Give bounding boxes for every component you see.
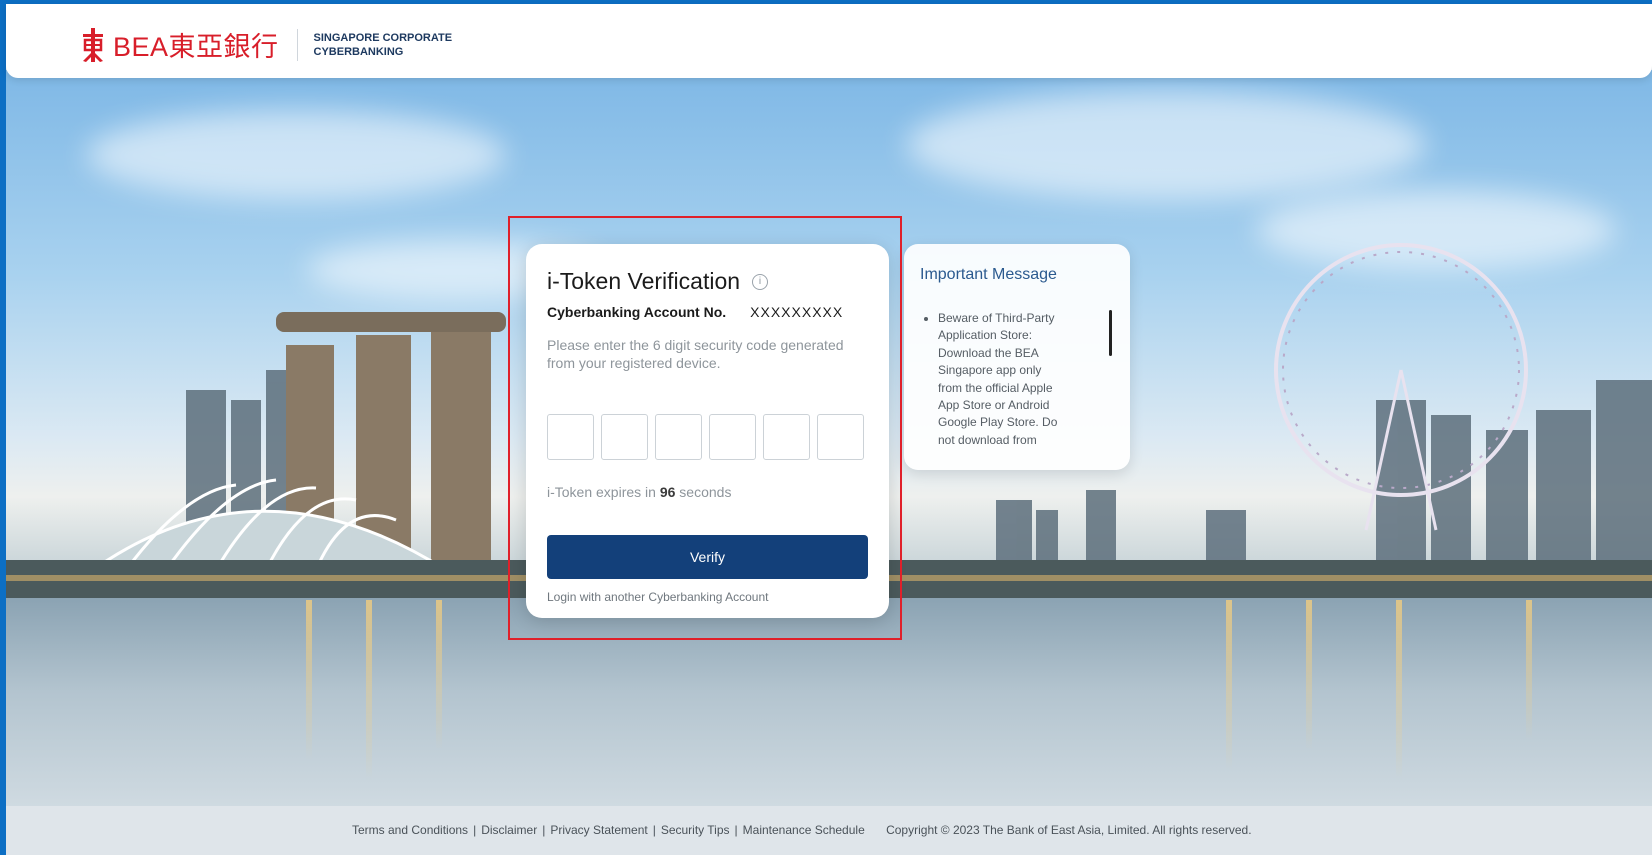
portal-subtitle-line2: CYBERBANKING <box>313 45 404 58</box>
maintenance-link[interactable]: Maintenance Schedule <box>743 823 865 837</box>
expiry-seconds: 96 <box>659 484 676 500</box>
message-body[interactable]: Beware of Third-Party Application Store:… <box>922 310 1064 456</box>
expiry-prefix: i-Token expires in <box>547 484 656 500</box>
otp-digit-1[interactable] <box>547 414 594 460</box>
account-row: Cyberbanking Account No. XXXXXXXXX <box>547 304 843 320</box>
account-label: Cyberbanking Account No. <box>547 304 727 320</box>
footer-separator: | <box>473 823 477 837</box>
card-title-text: i-Token Verification <box>547 268 741 294</box>
otp-digit-4[interactable] <box>709 414 756 460</box>
message-scrollbar[interactable] <box>1109 310 1112 356</box>
token-expiry-text: i-Token expires in 96 seconds <box>547 484 731 500</box>
verify-button[interactable]: Verify <box>547 535 868 579</box>
logo-divider <box>296 28 298 61</box>
privacy-link[interactable]: Privacy Statement <box>550 823 647 837</box>
portal-subtitle: SINGAPORE CORPORATE CYBERBANKING <box>314 31 453 59</box>
footer-separator: | <box>652 823 656 837</box>
otp-digit-3[interactable] <box>655 414 702 460</box>
site-footer: Terms and Conditions | Disclaimer | Privacy … <box>6 806 1652 855</box>
card-title: i-Token Verification i <box>547 268 769 295</box>
footer-separator: | <box>734 823 738 837</box>
message-title: Important Message <box>920 266 1057 283</box>
bea-emblem-icon <box>83 27 103 62</box>
terms-link[interactable]: Terms and Conditions <box>352 823 468 837</box>
otp-digit-5[interactable] <box>763 414 810 460</box>
footer-separator: | <box>542 823 546 837</box>
bay-water <box>6 598 1652 806</box>
account-number: XXXXXXXXX <box>750 304 844 320</box>
important-message-panel: Important Message Beware of Third-Party … <box>904 244 1130 470</box>
bea-logo[interactable]: BEA東亞銀行 SINGAPORE CORPORATE CYBERBANKING <box>80 25 452 64</box>
footer-links: Terms and Conditions | Disclaimer | Privacy … <box>352 823 1252 837</box>
otp-input-group <box>547 414 864 460</box>
otp-digit-2[interactable] <box>601 414 648 460</box>
message-item: Beware of Third-Party Application Store:… <box>938 310 1064 449</box>
site-header: BEA東亞銀行 SINGAPORE CORPORATE CYBERBANKING <box>6 4 1652 78</box>
otp-digit-6[interactable] <box>817 414 864 460</box>
security-tips-link[interactable]: Security Tips <box>661 823 730 837</box>
disclaimer-link[interactable]: Disclaimer <box>481 823 537 837</box>
info-icon[interactable]: i <box>752 273 769 290</box>
instruction-text: Please enter the 6 digit security code g… <box>547 337 844 371</box>
copyright-text: Copyright © 2023 The Bank of East Asia, … <box>886 823 1252 837</box>
expiry-suffix: seconds <box>679 484 732 500</box>
portal-subtitle-line1: SINGAPORE CORPORATE <box>313 31 453 44</box>
itoken-verification-card: i-Token Verification i Cyberbanking Acco… <box>526 244 889 618</box>
bank-name: BEA東亞銀行 <box>113 32 279 62</box>
login-another-account-link[interactable]: Login with another Cyberbanking Account <box>547 590 768 604</box>
